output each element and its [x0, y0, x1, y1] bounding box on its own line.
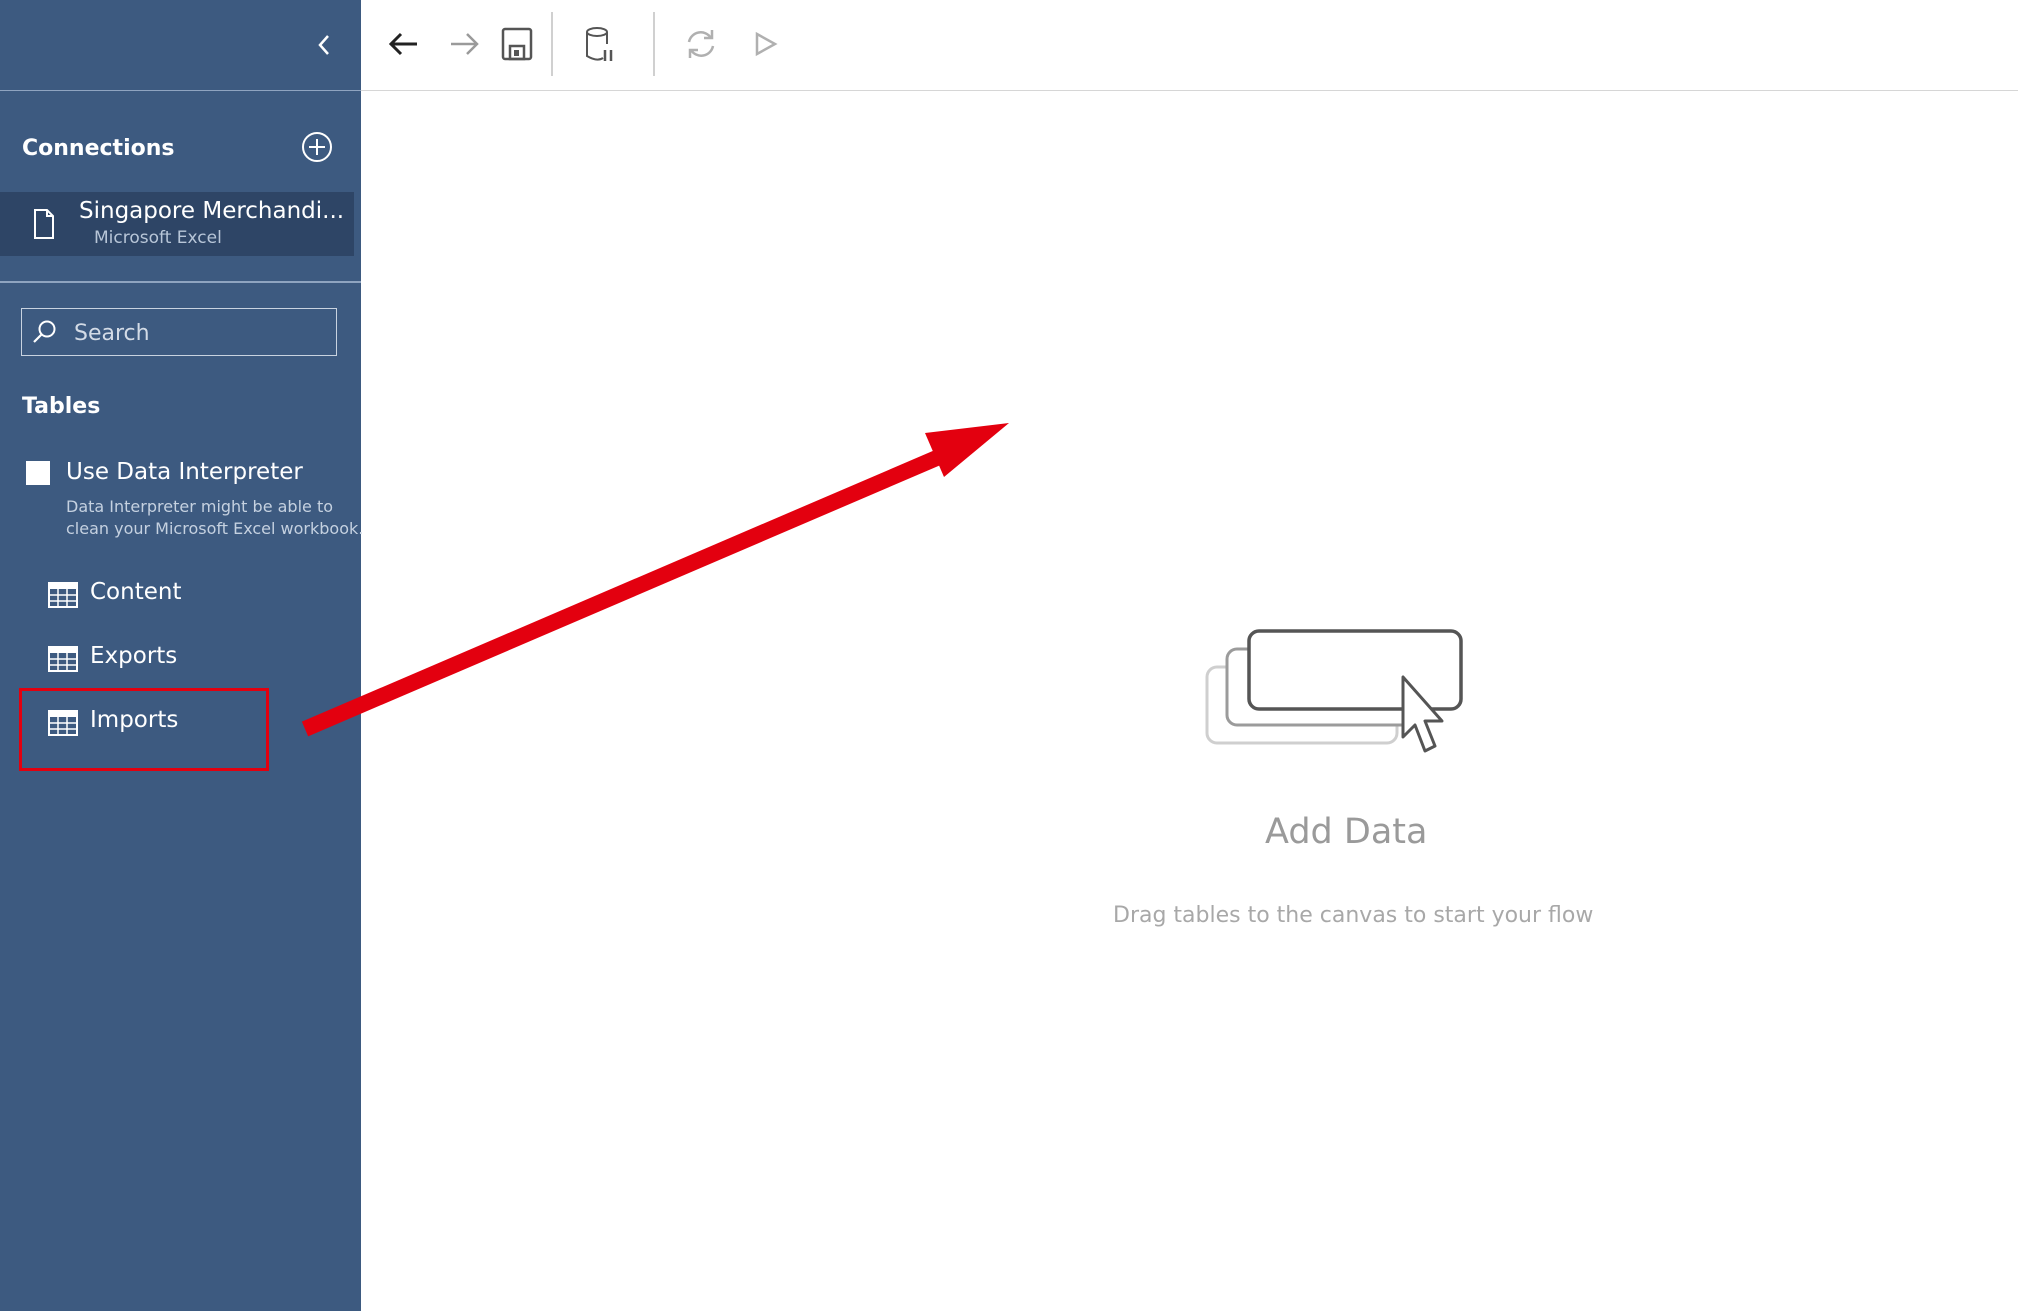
connection-type: Microsoft Excel	[94, 228, 222, 248]
search-input[interactable]	[72, 313, 326, 353]
sidebar-header	[0, 0, 361, 91]
data-interpreter-description-line: Data Interpreter might be able to	[66, 497, 334, 516]
run-icon[interactable]	[745, 24, 785, 64]
table-label: Content	[90, 579, 182, 605]
document-icon	[34, 209, 54, 239]
table-label: Exports	[90, 643, 178, 669]
data-pause-icon[interactable]	[579, 24, 619, 64]
tables-title: Tables	[22, 394, 101, 419]
add-data-title: Add Data	[1265, 812, 1428, 852]
table-icon	[48, 582, 78, 608]
data-interpreter-label[interactable]: Use Data Interpreter	[66, 459, 303, 485]
sidebar: Connections Singapore Merchandi... Micro…	[0, 0, 363, 1311]
drag-tables-hint: Drag tables to the canvas to start your …	[1113, 903, 1594, 928]
connection-name: Singapore Merchandi...	[79, 198, 345, 224]
table-icon	[48, 646, 78, 672]
data-interpreter-description-line: clean your Microsoft Excel workbook.	[66, 519, 364, 538]
save-icon[interactable]	[497, 24, 537, 64]
add-connection-icon[interactable]	[300, 130, 334, 164]
annotation-arrowhead	[925, 423, 1009, 477]
toolbar-separator	[551, 12, 553, 76]
search-icon	[33, 320, 56, 343]
connections-title: Connections	[22, 136, 175, 161]
refresh-icon[interactable]	[681, 24, 721, 64]
collapse-sidebar-icon[interactable]	[312, 28, 336, 62]
toolbar	[361, 0, 2018, 91]
connection-item[interactable]: Singapore Merchandi... Microsoft Excel	[0, 192, 354, 256]
back-icon[interactable]	[383, 24, 423, 64]
search-box[interactable]	[21, 308, 337, 356]
forward-icon[interactable]	[445, 24, 485, 64]
add-data-illustration	[1205, 629, 1463, 753]
toolbar-separator	[653, 12, 655, 76]
annotation-highlight-box	[19, 688, 269, 771]
sidebar-divider	[0, 281, 361, 283]
annotation-arrow-shaft	[301, 440, 964, 737]
data-interpreter-checkbox[interactable]	[26, 461, 50, 485]
data-interpreter-description: Data Interpreter might be able to clean …	[66, 496, 363, 540]
